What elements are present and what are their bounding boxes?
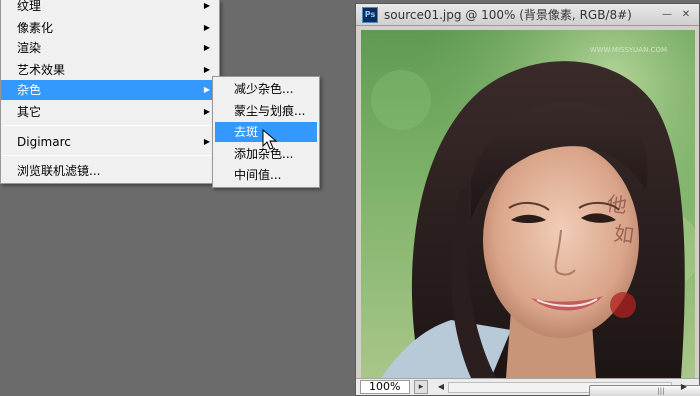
submenu-arrow-icon: ▶: [203, 23, 210, 32]
submenu-item-label: 中间值...: [234, 168, 282, 182]
menu-item-texture[interactable]: 纹理 ▶: [1, 0, 219, 16]
menu-separator: [3, 155, 217, 156]
status-info-icon[interactable]: ▸: [414, 380, 428, 394]
submenu-arrow-icon: ▶: [203, 85, 210, 94]
menu-item-pixelate[interactable]: 像素化 ▶: [1, 18, 219, 38]
submenu-item-label: 蒙尘与划痕...: [234, 104, 306, 118]
submenu-item-dust-and-scratches[interactable]: 蒙尘与划痕...: [215, 101, 317, 121]
portrait-photo: 他 如 WWW.MISSYUAN.COM: [361, 30, 695, 378]
menu-item-label: 渲染: [17, 41, 42, 55]
menu-item-label: 其它: [17, 105, 42, 119]
menu-item-browse-filters-online[interactable]: 浏览联机滤镜...: [1, 161, 219, 181]
arrow-cursor-icon: [262, 129, 278, 150]
zoom-level-field[interactable]: 100%: [360, 380, 410, 394]
close-icon[interactable]: ✕: [679, 8, 693, 21]
menu-item-render[interactable]: 渲染 ▶: [1, 38, 219, 58]
scroll-left-icon[interactable]: ◀: [436, 381, 446, 393]
submenu-arrow-icon: ▶: [203, 137, 210, 146]
scroll-right-icon[interactable]: ▶: [679, 381, 689, 393]
menu-item-label: 杂色: [17, 83, 42, 97]
minimize-icon[interactable]: —: [660, 8, 674, 21]
menu-item-label: Digimarc: [17, 135, 71, 149]
document-titlebar[interactable]: Ps source01.jpg @ 100% (背景像素, RGB/8#) — …: [356, 4, 699, 26]
document-window: Ps source01.jpg @ 100% (背景像素, RGB/8#) — …: [355, 3, 700, 396]
menu-item-label: 像素化: [17, 21, 54, 35]
submenu-item-label: 去斑: [234, 125, 259, 139]
submenu-arrow-icon: ▶: [203, 65, 210, 74]
horizontal-scrollbar[interactable]: |||: [448, 382, 700, 396]
svg-text:如: 如: [612, 221, 635, 248]
submenu-arrow-icon: ▶: [203, 107, 210, 116]
submenu-item-median[interactable]: 中间值...: [215, 165, 317, 185]
document-title: source01.jpg @ 100% (背景像素, RGB/8#): [384, 8, 632, 22]
photoshop-icon: Ps: [362, 7, 378, 23]
svg-text:WWW.MISSYUAN.COM: WWW.MISSYUAN.COM: [590, 46, 667, 54]
menu-item-artistic[interactable]: 艺术效果 ▶: [1, 60, 219, 80]
svg-text:他: 他: [605, 191, 628, 218]
menu-separator: [3, 125, 217, 126]
submenu-item-label: 减少杂色...: [234, 82, 294, 96]
submenu-item-reduce-noise[interactable]: 减少杂色...: [215, 79, 317, 99]
menu-item-label: 纹理: [17, 0, 42, 13]
menu-item-label: 浏览联机滤镜...: [17, 164, 101, 178]
menu-item-label: 艺术效果: [17, 63, 66, 77]
filter-menu: 纹理 ▶ 像素化 ▶ 渲染 ▶ 艺术效果 ▶ 杂色 ▶ 其它 ▶ Digimar…: [0, 0, 220, 184]
menu-item-noise[interactable]: 杂色 ▶: [1, 80, 219, 100]
status-bar: 100% ▸ ◀ ||| ▶: [356, 378, 700, 396]
image-canvas[interactable]: 他 如 WWW.MISSYUAN.COM: [361, 30, 695, 378]
submenu-arrow-icon: ▶: [203, 1, 210, 10]
menu-item-digimarc[interactable]: Digimarc ▶: [1, 132, 219, 152]
submenu-arrow-icon: ▶: [203, 43, 210, 52]
menu-item-other[interactable]: 其它 ▶: [1, 102, 219, 122]
